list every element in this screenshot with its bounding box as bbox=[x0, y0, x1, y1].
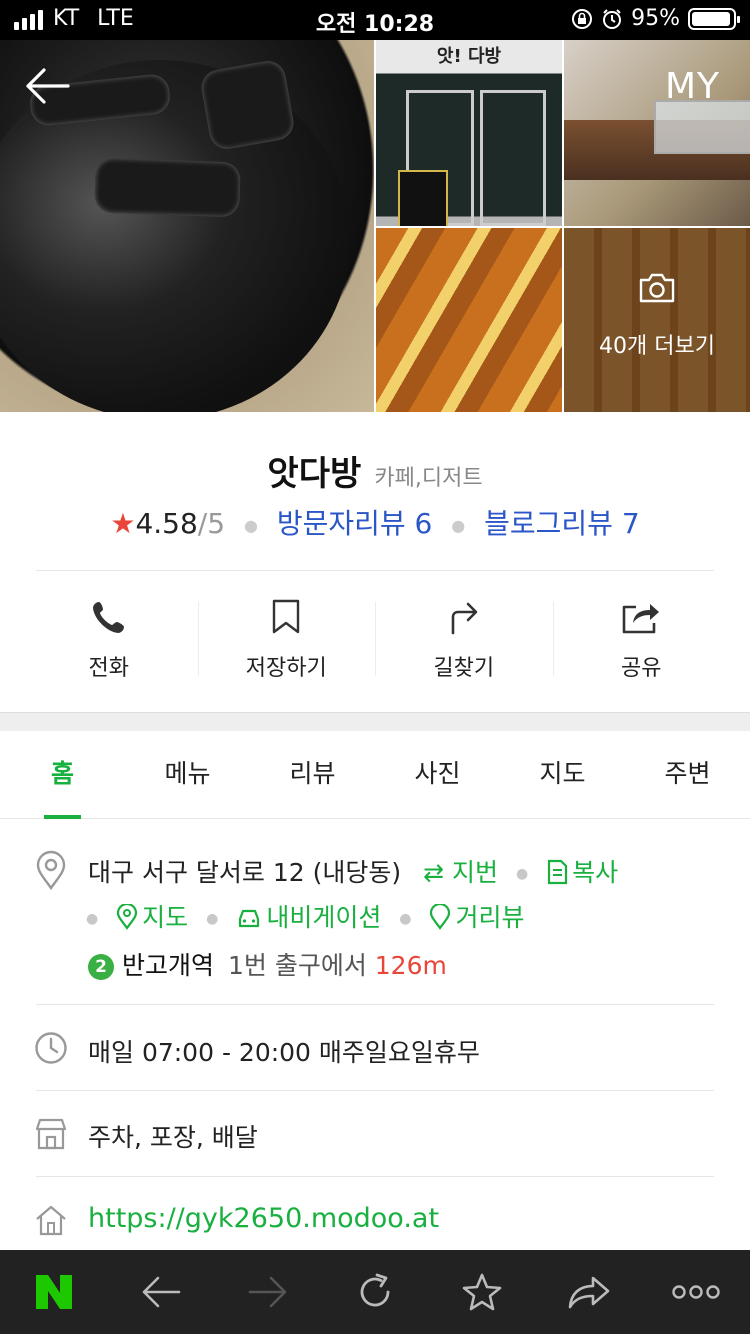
back-button[interactable] bbox=[107, 1250, 214, 1334]
address-links: ● 지도 ● 내비게이션 ● 거리뷰 bbox=[86, 898, 524, 934]
directions-icon bbox=[451, 602, 478, 635]
tab-bar: 홈 메뉴 리뷰 사진 지도 주변 bbox=[0, 730, 750, 819]
share-icon bbox=[622, 604, 660, 634]
directions-button[interactable]: 길찾기 bbox=[375, 596, 553, 686]
map-link[interactable]: 지도 bbox=[116, 903, 188, 932]
navigation-link[interactable]: 내비게이션 bbox=[236, 903, 381, 932]
camera-icon bbox=[639, 273, 675, 303]
separator-dot: ● bbox=[243, 515, 258, 535]
naver-home-button[interactable] bbox=[0, 1250, 107, 1334]
phone-icon bbox=[92, 602, 124, 633]
place-title: 앗다방 카페,디저트 bbox=[0, 446, 750, 495]
reload-button[interactable] bbox=[321, 1250, 428, 1334]
services-text: 주차, 포장, 배달 bbox=[88, 1123, 258, 1152]
star-outline-icon bbox=[462, 1273, 502, 1311]
interior-photo[interactable] bbox=[564, 40, 750, 226]
street-view-pin-icon bbox=[430, 904, 451, 930]
browser-toolbar bbox=[0, 1250, 750, 1334]
location-pin-icon bbox=[36, 850, 66, 890]
bookmark-button[interactable] bbox=[429, 1250, 536, 1334]
subway-line-badge: 2 bbox=[88, 954, 114, 980]
rating-row: ★4.58/5 ● 방문자리뷰 6 ● 블로그리뷰 7 bbox=[0, 502, 750, 542]
tab-reviews[interactable]: 리뷰 bbox=[250, 730, 375, 818]
place-category: 카페,디저트 bbox=[374, 466, 483, 491]
subway-row: 2 반고개역 1번 출구에서 126m bbox=[88, 946, 447, 982]
jibun-toggle[interactable]: ⇄ 지번 bbox=[423, 858, 498, 887]
call-label: 전화 bbox=[88, 656, 129, 681]
arrow-right-icon bbox=[248, 1276, 287, 1308]
subway-exit: 1번 출구에서 bbox=[227, 951, 367, 980]
street-view-label: 거리뷰 bbox=[455, 903, 525, 932]
battery-icon bbox=[688, 7, 740, 30]
business-hours: 매일 07:00 - 20:00 매주일요일휴무 bbox=[88, 1038, 480, 1067]
directions-label: 길찾기 bbox=[433, 656, 495, 681]
save-button[interactable]: 저장하기 bbox=[197, 596, 376, 686]
photo-gallery[interactable]: 앗! 다방 40개 더보기 MY bbox=[0, 40, 750, 412]
share-label: 공유 bbox=[621, 656, 662, 681]
map-label: 지도 bbox=[142, 903, 189, 932]
map-pin-icon bbox=[117, 904, 138, 930]
jibun-label: 지번 bbox=[451, 858, 498, 887]
copy-icon bbox=[548, 859, 568, 885]
rating-max: /5 bbox=[197, 507, 226, 540]
tab-home[interactable]: 홈 bbox=[0, 730, 125, 819]
call-button[interactable]: 전화 bbox=[20, 596, 198, 686]
section-gap bbox=[0, 712, 750, 731]
visitor-reviews-link[interactable]: 방문자리뷰 6 bbox=[277, 507, 433, 540]
share-button[interactable]: 공유 bbox=[552, 596, 731, 686]
more-photos-label: 40개 더보기 bbox=[599, 334, 715, 359]
divider bbox=[36, 1176, 714, 1177]
separator-dot: ● bbox=[86, 911, 99, 927]
tab-nearby[interactable]: 주변 bbox=[625, 730, 750, 818]
battery-percent: 95% bbox=[631, 6, 680, 31]
rotation-lock-icon bbox=[572, 8, 593, 29]
separator-dot: ● bbox=[515, 866, 529, 882]
rating-score: 4.58 bbox=[135, 507, 198, 540]
bookmark-icon bbox=[273, 599, 300, 634]
tab-map[interactable]: 지도 bbox=[500, 730, 625, 818]
separator-dot: ● bbox=[206, 911, 219, 927]
share-page-button[interactable] bbox=[536, 1250, 643, 1334]
share-arrow-icon bbox=[568, 1276, 610, 1309]
separator-dot: ● bbox=[399, 911, 412, 927]
blog-reviews-link[interactable]: 블로그리뷰 7 bbox=[484, 507, 640, 540]
tab-photos[interactable]: 사진 bbox=[375, 730, 500, 818]
naver-logo-icon bbox=[35, 1275, 72, 1309]
alarm-icon bbox=[603, 8, 622, 29]
store-sign: 앗! 다방 bbox=[436, 46, 502, 67]
bread-photo[interactable] bbox=[376, 228, 562, 412]
swap-icon: ⇄ bbox=[423, 858, 445, 887]
subway-distance: 126m bbox=[374, 951, 447, 980]
arrow-left-icon bbox=[142, 1276, 181, 1308]
navigation-label: 내비게이션 bbox=[266, 903, 382, 932]
more-dots-icon bbox=[672, 1285, 721, 1299]
website-link[interactable]: https://gyk2650.modoo.at bbox=[88, 1203, 439, 1234]
divider bbox=[36, 570, 714, 571]
divider bbox=[36, 1004, 714, 1005]
action-bar: 전화 저장하기 길찾기 공유 bbox=[20, 596, 730, 686]
store-icon bbox=[35, 1118, 67, 1150]
more-menu-button[interactable] bbox=[643, 1250, 750, 1334]
place-name: 앗다방 bbox=[267, 454, 362, 494]
subway-station: 반고개역 bbox=[122, 951, 215, 980]
copy-address-button[interactable]: 복사 bbox=[546, 858, 618, 887]
save-label: 저장하기 bbox=[245, 656, 327, 681]
status-bar: KT LTE 오전 10:28 95% bbox=[0, 0, 750, 40]
back-arrow-icon[interactable] bbox=[24, 66, 70, 106]
more-photos-button[interactable]: 40개 더보기 bbox=[564, 228, 750, 412]
divider bbox=[36, 1090, 714, 1091]
separator-dot: ● bbox=[451, 515, 466, 535]
reload-icon bbox=[360, 1273, 390, 1307]
street-view-link[interactable]: 거리뷰 bbox=[429, 903, 524, 932]
address-row: 대구 서구 달서로 12 (내당동) ⇄ 지번 ● 복사 bbox=[88, 853, 618, 889]
star-icon: ★ bbox=[110, 507, 136, 540]
car-icon bbox=[239, 909, 260, 928]
home-icon bbox=[36, 1205, 66, 1236]
clock-icon bbox=[35, 1032, 67, 1064]
forward-button[interactable] bbox=[214, 1250, 321, 1334]
copy-label: 복사 bbox=[572, 858, 619, 887]
address-text: 대구 서구 달서로 12 (내당동) bbox=[88, 858, 402, 887]
my-button[interactable]: MY bbox=[665, 66, 720, 107]
tab-menu[interactable]: 메뉴 bbox=[125, 730, 250, 818]
